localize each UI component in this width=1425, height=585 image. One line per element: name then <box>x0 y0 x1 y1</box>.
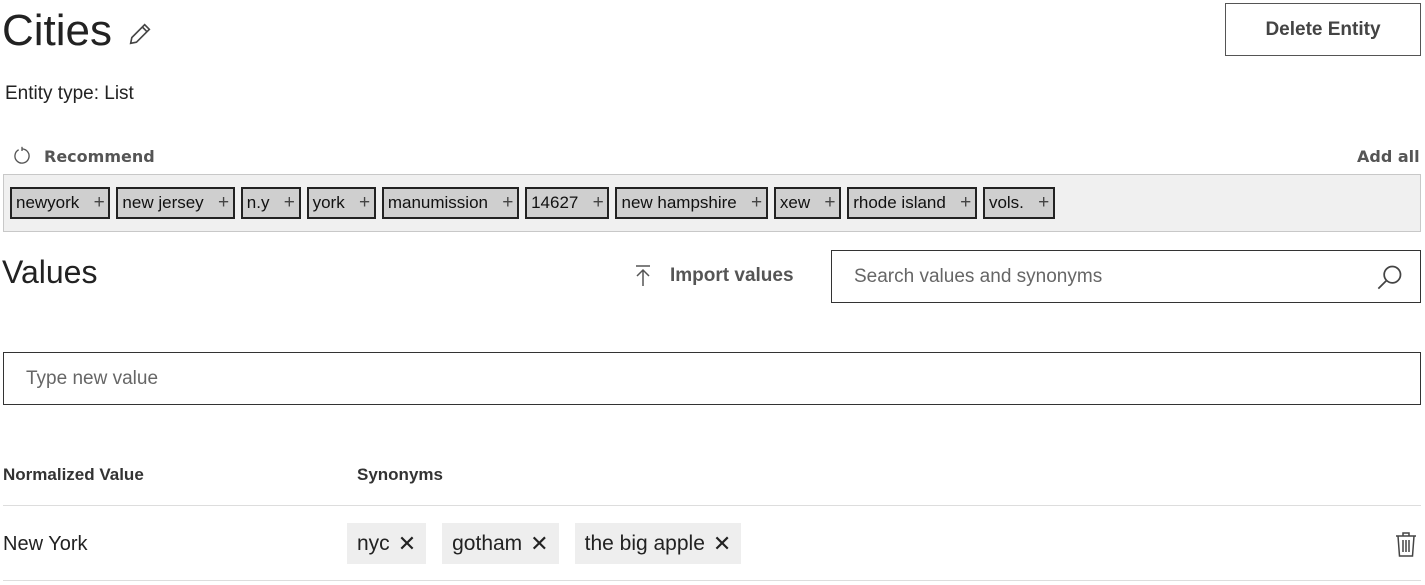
recommendation-chip[interactable]: new jersey + <box>116 187 235 219</box>
synonym-chip: gotham ✕ <box>442 523 559 564</box>
plus-icon[interactable]: + <box>359 192 370 214</box>
chip-label: n.y <box>246 193 270 212</box>
recommendation-chip[interactable]: vols. + <box>982 187 1056 219</box>
upload-icon <box>636 265 650 286</box>
remove-icon[interactable]: ✕ <box>713 531 731 557</box>
synonym-chip: the big apple ✕ <box>574 523 742 564</box>
recommendation-chip[interactable]: newyork + <box>10 187 111 219</box>
recommend-label: Recommend <box>44 146 155 166</box>
plus-icon[interactable]: + <box>960 192 971 214</box>
synonym-label: gotham <box>452 531 523 555</box>
synonym-chip: nyc ✕ <box>347 523 427 564</box>
header-divider <box>3 505 1421 506</box>
trash-icon[interactable] <box>1394 530 1418 558</box>
recommend-button[interactable]: Recommend <box>12 146 155 166</box>
entity-type-label: Entity type: List <box>5 83 134 104</box>
add-all-button[interactable]: Add all <box>1357 147 1420 166</box>
plus-icon[interactable]: + <box>1038 192 1049 214</box>
recommendation-chip[interactable]: xew + <box>773 187 842 219</box>
import-values-label: Import values <box>670 265 794 286</box>
column-header-synonyms: Synonyms <box>357 465 443 484</box>
chip-label: 14627 <box>531 193 579 212</box>
recommendation-chip[interactable]: 14627 + <box>525 187 610 219</box>
normalized-value: New York <box>3 533 88 555</box>
import-values-button[interactable]: Import values <box>634 264 794 288</box>
synonym-list: nyc ✕ gotham ✕ the big apple ✕ <box>347 523 742 564</box>
edit-pencil-icon[interactable] <box>126 20 154 48</box>
row-divider <box>3 580 1421 581</box>
page-title: Cities <box>2 6 113 55</box>
chip-label: newyork <box>16 193 80 212</box>
plus-icon[interactable]: + <box>283 192 294 214</box>
plus-icon[interactable]: + <box>824 192 835 214</box>
chip-label: new hampshire <box>621 193 737 212</box>
plus-icon[interactable]: + <box>592 192 603 214</box>
plus-icon[interactable]: + <box>751 192 762 214</box>
new-value-input[interactable] <box>3 352 1421 405</box>
chip-label: xew <box>779 193 811 212</box>
chip-label: new jersey <box>122 193 204 212</box>
recommendation-chip[interactable]: new hampshire + <box>615 187 768 219</box>
chip-label: manumission <box>387 193 488 212</box>
synonym-label: nyc <box>357 531 390 555</box>
recommendation-chip[interactable]: rhode island + <box>847 187 977 219</box>
plus-icon[interactable]: + <box>218 192 229 214</box>
remove-icon[interactable]: ✕ <box>530 531 548 557</box>
recommendation-chips: newyork + new jersey + n.y + york + manumission +… <box>3 174 1421 232</box>
plus-icon[interactable]: + <box>93 192 104 214</box>
column-header-normalized: Normalized Value <box>3 465 144 484</box>
chip-label: york <box>312 193 345 212</box>
search-input[interactable] <box>831 250 1421 303</box>
chip-label: vols. <box>988 193 1024 212</box>
plus-icon[interactable]: + <box>502 192 513 214</box>
chip-label: rhode island <box>853 193 946 212</box>
recommendation-chip[interactable]: manumission + <box>381 187 520 219</box>
recommendation-chip[interactable]: york + <box>306 187 376 219</box>
synonym-label: the big apple <box>584 531 705 555</box>
remove-icon[interactable]: ✕ <box>398 531 416 557</box>
delete-entity-button[interactable]: Delete Entity <box>1225 3 1421 56</box>
refresh-icon <box>14 146 30 164</box>
recommendation-chip[interactable]: n.y + <box>240 187 301 219</box>
search-icon[interactable] <box>1376 263 1404 291</box>
values-heading: Values <box>2 254 98 290</box>
